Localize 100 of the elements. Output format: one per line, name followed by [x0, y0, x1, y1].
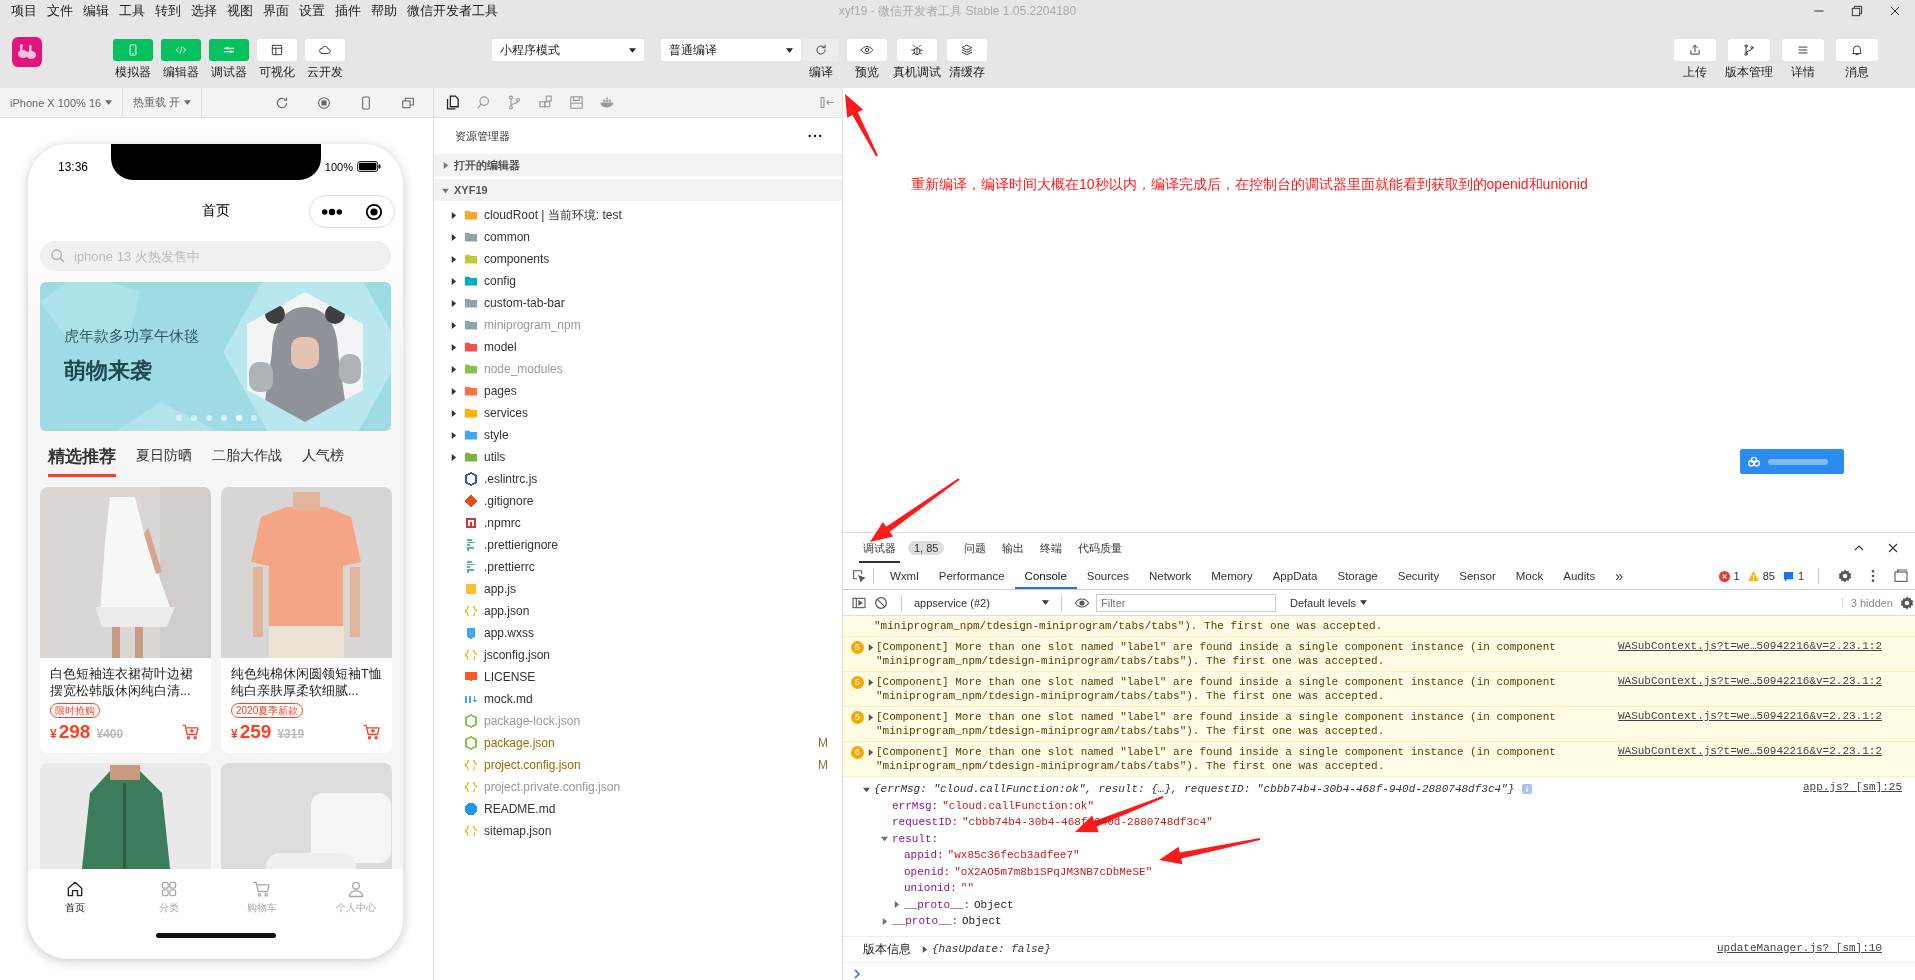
- collapsed-arrow-icon[interactable]: [450, 409, 457, 417]
- context-dropdown[interactable]: appservice (#2): [914, 596, 1049, 609]
- object-summary[interactable]: {hasUpdate: false}: [932, 943, 1051, 955]
- section-header[interactable]: XYF19: [434, 179, 842, 201]
- tree-item[interactable]: services: [434, 402, 842, 424]
- menu-item[interactable]: 工具: [114, 0, 150, 22]
- device-dropdown[interactable]: iPhone X 100% 16: [0, 87, 124, 118]
- category-tab[interactable]: 人气榜: [302, 435, 344, 477]
- tree-item[interactable]: components: [434, 248, 842, 270]
- category-tab[interactable]: 精选推荐: [48, 435, 116, 477]
- menu-item[interactable]: 界面: [258, 0, 294, 22]
- toolbar-button[interactable]: 上传: [1671, 39, 1719, 81]
- section-header[interactable]: 打开的编辑器: [434, 154, 842, 176]
- tree-item[interactable]: sitemap.json: [434, 820, 842, 842]
- collapsed-arrow-icon[interactable]: [450, 211, 457, 219]
- collapsed-arrow-icon[interactable]: [867, 714, 874, 721]
- carousel-dot[interactable]: [251, 415, 257, 421]
- collapsed-arrow-icon[interactable]: [450, 277, 457, 285]
- tree-item[interactable]: model: [434, 336, 842, 358]
- product-card[interactable]: 纯色纯棉休闲圆领短袖T恤纯白亲肤厚柔软细腻... 2020夏季新款 ¥259 ¥319: [221, 487, 392, 753]
- menu-item[interactable]: 视图: [222, 0, 258, 22]
- carousel-dot[interactable]: [191, 415, 197, 421]
- devtools-tab[interactable]: Security: [1387, 563, 1450, 589]
- tree-item[interactable]: jsconfig.json: [434, 644, 842, 666]
- dock-icon[interactable]: [1893, 568, 1909, 584]
- collapsed-arrow-icon[interactable]: [450, 453, 457, 461]
- filter-field[interactable]: Filter: [1096, 593, 1276, 612]
- panel-tab[interactable]: 输出: [998, 533, 1029, 563]
- object-summary[interactable]: {errMsg: "cloud.callFunction:ok", result: {…}, requestID: "cbbb74b4-30b4-468f-940d-2880748df3c4"}: [874, 783, 1515, 796]
- collapsed-arrow-icon[interactable]: [450, 343, 457, 351]
- source-link[interactable]: WASubContext.js?t=we…50942216&v=2.23.1:2: [1617, 745, 1882, 757]
- target-icon[interactable]: [365, 202, 383, 221]
- add-to-cart-icon[interactable]: [362, 722, 382, 742]
- devtools-tab[interactable]: Sensor: [1449, 563, 1506, 589]
- mode-dropdown[interactable]: 小程序模式: [492, 39, 644, 61]
- devtools-tab[interactable]: AppData: [1262, 563, 1328, 589]
- menu-item[interactable]: 选择: [186, 0, 222, 22]
- tree-item[interactable]: app.wxss: [434, 622, 842, 644]
- category-tab[interactable]: 夏日防晒: [136, 435, 192, 477]
- settings-icon[interactable]: [1837, 568, 1853, 584]
- devtools-tab[interactable]: Wxml: [880, 563, 929, 589]
- panel-tab[interactable]: 问题: [960, 533, 991, 563]
- source-link[interactable]: WASubContext.js?t=we…50942216&v=2.23.1:2: [1617, 640, 1882, 652]
- source-link[interactable]: WASubContext.js?t=we…50942216&v=2.23.1:2: [1617, 710, 1882, 722]
- capsule-menu[interactable]: [309, 195, 395, 228]
- source-link[interactable]: WASubContext.js?t=we…50942216&v=2.23.1:2: [1617, 675, 1882, 687]
- tab-bar-item[interactable]: 首页: [28, 869, 122, 925]
- restore-icon[interactable]: [1849, 3, 1865, 19]
- collapsed-arrow-icon[interactable]: [867, 679, 874, 686]
- menu-item[interactable]: 帮助: [366, 0, 402, 22]
- tree-item[interactable]: .prettierignore: [434, 534, 842, 556]
- add-to-cart-icon[interactable]: [181, 722, 201, 742]
- menu-item[interactable]: 转到: [150, 0, 186, 22]
- tree-item[interactable]: project.config.json M: [434, 754, 842, 776]
- menu-item[interactable]: 编辑: [78, 0, 114, 22]
- devtools-tab[interactable]: Performance: [928, 563, 1015, 589]
- tree-item[interactable]: pages: [434, 380, 842, 402]
- tree-item[interactable]: app.json: [434, 600, 842, 622]
- more-tabs-button[interactable]: »: [1605, 563, 1633, 589]
- compile-dropdown[interactable]: 普通编译: [661, 39, 801, 61]
- devtools-tab[interactable]: Network: [1139, 563, 1202, 589]
- toolbar-button[interactable]: 详情: [1779, 39, 1827, 81]
- tree-item[interactable]: cloudRoot | 当前环境: test: [434, 204, 842, 226]
- toolbar-button[interactable]: 版本管理: [1725, 39, 1773, 81]
- toolbar-button[interactable]: 编译: [801, 39, 841, 81]
- devtools-tab[interactable]: Memory: [1201, 563, 1263, 589]
- expanded-arrow-icon[interactable]: [442, 186, 449, 194]
- banner[interactable]: 虎年款多功享午休毯 萌物来袭: [40, 282, 391, 431]
- settings-icon[interactable]: [1899, 594, 1915, 611]
- collapsed-arrow-icon[interactable]: [921, 945, 928, 953]
- tree-item[interactable]: .npmrc: [434, 512, 842, 534]
- tree-item[interactable]: package.json M: [434, 732, 842, 754]
- levels-dropdown[interactable]: Default levels: [1290, 596, 1368, 609]
- menu-item[interactable]: 文件: [42, 0, 78, 22]
- collapsed-arrow-icon[interactable]: [450, 387, 457, 395]
- panel-tab[interactable]: 代码质量: [1074, 533, 1127, 563]
- carousel-dot[interactable]: [206, 415, 212, 421]
- devtools-tab[interactable]: Storage: [1327, 563, 1388, 589]
- toolbar-button[interactable]: 真机调试: [893, 39, 941, 81]
- toolbar-button[interactable]: 消息: [1833, 39, 1881, 81]
- carousel-dot[interactable]: [236, 415, 242, 421]
- tree-item[interactable]: config: [434, 270, 842, 292]
- tree-item[interactable]: .prettierrc: [434, 556, 842, 578]
- tree-item[interactable]: custom-tab-bar: [434, 292, 842, 314]
- carousel-dot[interactable]: [221, 415, 227, 421]
- collapsed-arrow-icon[interactable]: [867, 644, 874, 651]
- panel-tab[interactable]: 调试器: [859, 533, 900, 563]
- devtools-tab[interactable]: Sources: [1076, 563, 1139, 589]
- stop-icon[interactable]: [316, 94, 333, 111]
- menu-item[interactable]: 项目: [6, 0, 42, 22]
- menu-item[interactable]: 设置: [294, 0, 330, 22]
- collapsed-arrow-icon[interactable]: [450, 321, 457, 329]
- prompt-icon[interactable]: [853, 968, 861, 979]
- collapsed-arrow-icon[interactable]: [867, 749, 874, 756]
- hot-reload-dropdown[interactable]: 热重载 开: [123, 87, 203, 118]
- panel-tab[interactable]: 终端: [1036, 533, 1067, 563]
- collapsed-arrow-icon[interactable]: [450, 431, 457, 439]
- product-card[interactable]: 白色短袖连衣裙荷叶边裙摆宽松韩版休闲纯白清... 限时抢购 ¥298 ¥400: [40, 487, 211, 753]
- clear-console-icon[interactable]: [873, 594, 889, 611]
- expanded-arrow-icon[interactable]: [881, 835, 888, 843]
